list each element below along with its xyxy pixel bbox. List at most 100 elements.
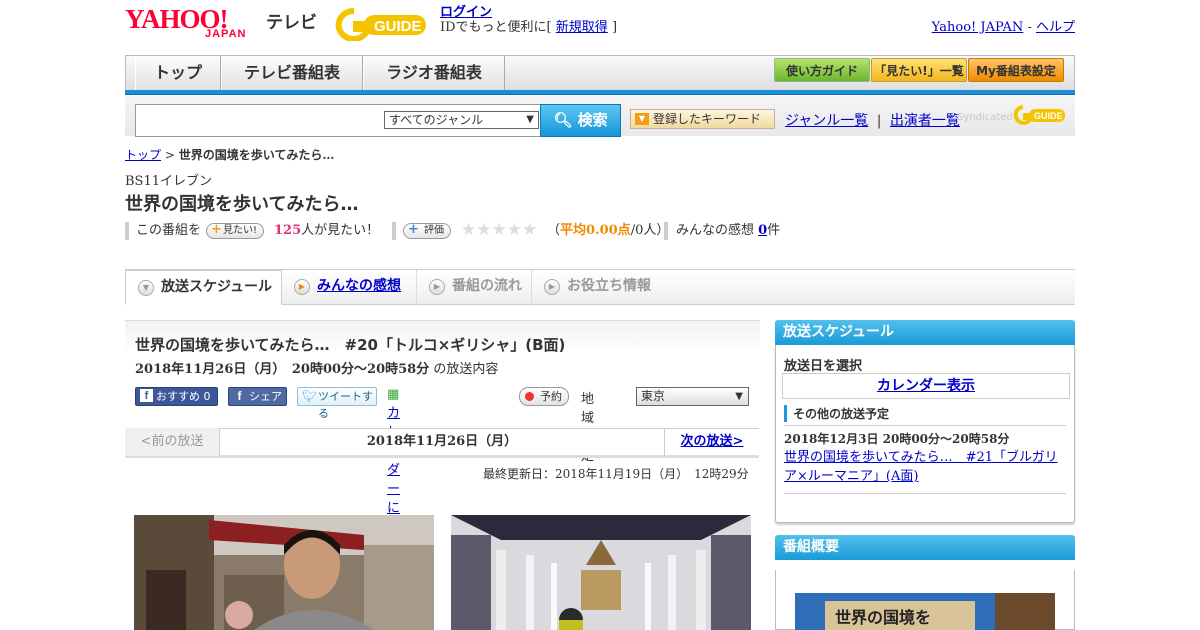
- calendar-view-link[interactable]: カレンダー表示: [782, 373, 1070, 399]
- tab-label: 番組の流れ: [452, 278, 522, 294]
- average-rating: （平均0.00点/0人）: [547, 220, 669, 242]
- search-button[interactable]: 🔍︎ 検索: [540, 104, 621, 137]
- nav-divider: [125, 90, 1075, 95]
- nav-tab-radio-schedule[interactable]: ラジオ番組表: [363, 56, 505, 90]
- yahoo-japan-logo[interactable]: YAHOO! JAPAN: [125, 4, 261, 42]
- star-rating[interactable]: ★★★★★: [461, 219, 537, 243]
- star-icon: ★: [522, 220, 538, 240]
- login-link[interactable]: ログイン: [440, 5, 492, 20]
- want-prefix: この番組を: [136, 223, 202, 238]
- facebook-icon: f: [140, 389, 153, 402]
- impressions-suffix: 件: [767, 223, 781, 238]
- rate-button[interactable]: + 評価: [403, 223, 451, 239]
- next-schedule-date: 2018年12月3日 20時00分～20時58分: [784, 432, 1010, 446]
- cast-list-link[interactable]: 出演者一覧: [890, 113, 960, 129]
- tv-label: テレビ: [266, 13, 317, 33]
- star-icon: ★: [506, 220, 522, 240]
- registered-keywords-label: 登録したキーワード: [653, 112, 762, 126]
- facebook-share-button[interactable]: f シェア: [228, 387, 287, 406]
- chevron-right-icon: ▶: [544, 279, 560, 295]
- reserve-button[interactable]: 予約: [519, 387, 569, 406]
- tab-label: みんなの感想: [317, 278, 401, 294]
- divider: [784, 425, 1066, 426]
- impressions-label: みんなの感想: [676, 223, 755, 238]
- tab-broadcast-schedule[interactable]: ▼ 放送スケジュール: [125, 270, 282, 305]
- separator: [125, 222, 129, 240]
- login-box: ログイン IDでもっと便利に[ 新規取得 ]: [440, 5, 617, 35]
- episode-photo-market: [134, 515, 434, 630]
- record-icon: [525, 392, 534, 401]
- chevron-right-icon: ▶: [429, 279, 445, 295]
- tab-impressions[interactable]: ▶ みんなの感想: [282, 270, 417, 305]
- breadcrumb: トップ > 世界の国境を歩いてみたら…: [125, 146, 334, 163]
- yahoo-japan-link[interactable]: Yahoo! JAPAN: [932, 20, 1024, 35]
- sidebar-overview-heading: 番組概要: [775, 535, 1075, 560]
- main-nav: トップ テレビ番組表 ラジオ番組表 使い方ガイド 「見たい!」一覧 My番組表設…: [125, 55, 1075, 93]
- channel-name: BS11イレブン: [125, 174, 213, 189]
- genre-select[interactable]: すべてのジャンル ▼: [384, 111, 539, 129]
- other-schedule-heading: その他の放送予定: [784, 405, 889, 422]
- star-icon: ★: [476, 220, 492, 240]
- sidebar-schedule-box: 放送日を選択 カレンダー表示 その他の放送予定 2018年12月3日 20時00…: [775, 345, 1075, 523]
- want-button-label: 見たい!: [223, 225, 258, 236]
- signup-link[interactable]: 新規取得: [556, 20, 608, 35]
- reserve-label: 予約: [540, 390, 562, 403]
- prev-broadcast: <前の放送: [125, 428, 220, 456]
- nav-tab-tv-schedule[interactable]: テレビ番組表: [221, 56, 363, 90]
- average-score: 平均0.00点: [560, 223, 631, 238]
- episode-date: 2018年11月26日（月） 20時00分～20時58分: [135, 362, 430, 377]
- average-open: （: [547, 223, 561, 238]
- plus-icon: +: [408, 222, 419, 237]
- want-list-button[interactable]: 「見たい!」一覧: [871, 58, 967, 82]
- region-select-value: 東京: [641, 389, 666, 403]
- search-button-label: 検索: [577, 111, 608, 129]
- link-separator: -: [1027, 20, 1032, 35]
- tweet-button[interactable]: 🐦︎ ツイートする: [297, 387, 377, 420]
- next-broadcast-link[interactable]: 次の放送>: [664, 428, 759, 456]
- breadcrumb-current: 世界の国境を歩いてみたら…: [178, 148, 335, 162]
- tab-program-flow[interactable]: ▶ 番組の流れ: [417, 270, 532, 305]
- search-icon: 🔍︎: [553, 111, 573, 129]
- svg-text:世界の国境を: 世界の国境を: [835, 608, 931, 627]
- tab-label: お役立ち情報: [567, 278, 651, 294]
- program-poster: 世界の国境を: [795, 593, 1055, 630]
- recommend-label: おすすめ: [156, 390, 200, 403]
- help-link[interactable]: ヘルプ: [1036, 20, 1075, 35]
- separator: [392, 222, 396, 240]
- breadcrumb-separator: >: [164, 148, 175, 162]
- episode-datetime: 2018年11月26日（月） 20時00分～20時58分 の放送内容: [135, 358, 498, 377]
- dropdown-arrow-icon: ▼: [735, 391, 743, 402]
- svg-text:GUIDE: GUIDE: [1034, 111, 1063, 121]
- tab-useful-info[interactable]: ▶ お役立ち情報: [532, 270, 662, 305]
- last-updated: 最終更新日：2018年11月19日（月） 12時29分: [483, 467, 749, 481]
- plus-icon: +: [211, 222, 222, 237]
- twitter-bird-icon: 🐦︎: [302, 389, 318, 403]
- my-schedule-settings-button[interactable]: My番組表設定: [968, 58, 1064, 82]
- registered-keywords-button[interactable]: ▼ 登録したキーワード: [630, 109, 775, 129]
- svg-text:GUIDE: GUIDE: [374, 18, 422, 35]
- nav-tab-top[interactable]: トップ: [135, 56, 221, 90]
- divider: [784, 493, 1066, 494]
- gguide-logo[interactable]: GUIDE: [334, 7, 432, 42]
- facebook-recommend-button[interactable]: f おすすめ 0: [135, 387, 218, 406]
- sidebar-schedule-heading: 放送スケジュール: [775, 320, 1075, 345]
- impressions: みんなの感想 0件: [676, 220, 780, 242]
- region-select[interactable]: 東京 ▼: [636, 387, 749, 406]
- genre-select-value: すべてのジャンル: [389, 113, 484, 127]
- login-note-suffix: ]: [611, 20, 618, 35]
- tab-label: 放送スケジュール: [161, 279, 273, 295]
- dropdown-arrow-icon: ▼: [526, 114, 534, 125]
- next-schedule-link[interactable]: 世界の国境を歩いてみたら… #21「ブルガリア×ルーマニア」(A面): [784, 448, 1069, 486]
- japan-logo-text: JAPAN: [205, 28, 247, 40]
- episode-photo-cathedral: [451, 515, 751, 630]
- want-button[interactable]: + 見たい!: [206, 222, 265, 239]
- impressions-count-link[interactable]: 0: [758, 223, 767, 238]
- episode-date-suffix: の放送内容: [433, 362, 499, 377]
- breadcrumb-top-link[interactable]: トップ: [125, 148, 161, 162]
- share-label: シェア: [249, 390, 282, 403]
- separator: [664, 222, 668, 240]
- genre-list-link[interactable]: ジャンル一覧: [785, 113, 868, 129]
- usage-guide-button[interactable]: 使い方ガイド: [774, 58, 870, 82]
- link-divider: |: [876, 113, 882, 129]
- want-suffix: 人が見たい！: [301, 223, 380, 238]
